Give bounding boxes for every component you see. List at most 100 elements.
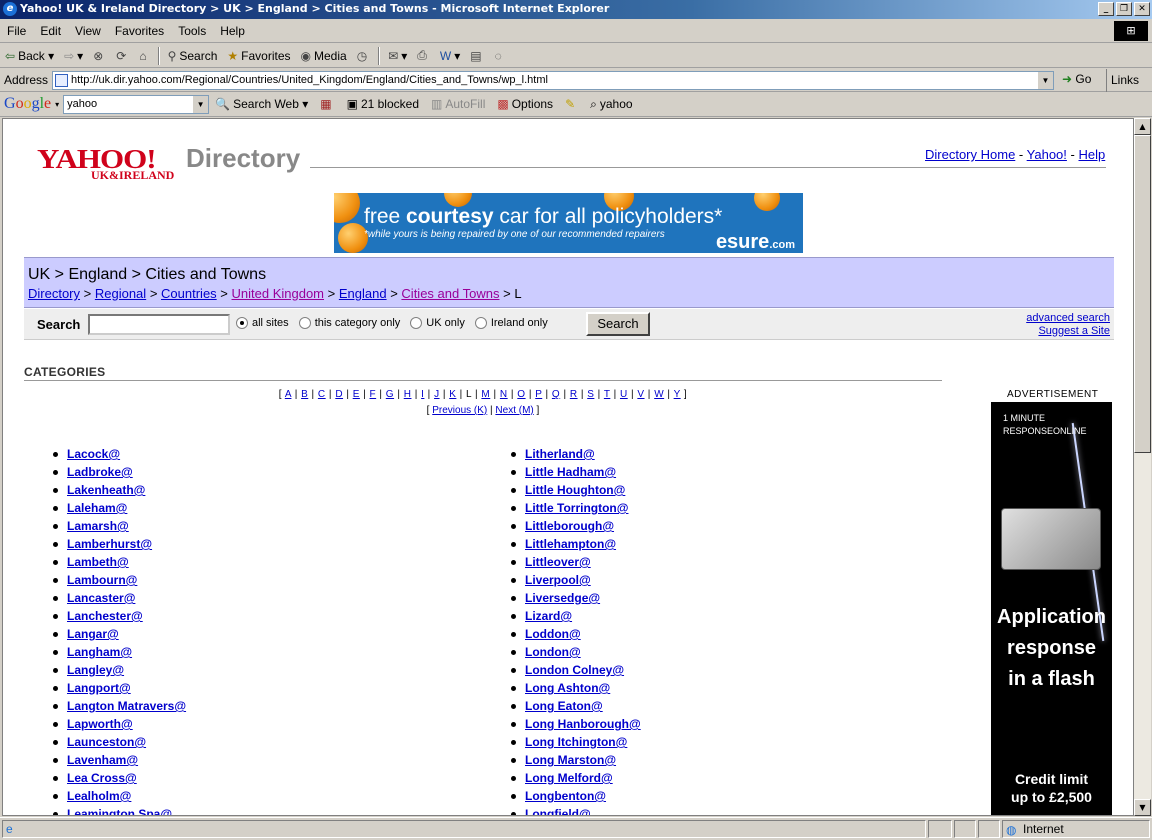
advanced-search-link[interactable]: advanced search [1026,312,1110,324]
yahoo-logo[interactable]: YAHOO! UK&IRELAND [37,141,174,182]
category-link[interactable]: Lealholm@ [67,789,131,803]
breadcrumb-directory[interactable]: Directory [28,286,80,301]
letter-A[interactable]: A [285,389,292,400]
category-link[interactable]: Laleham@ [67,501,127,515]
autofill-button[interactable]: ▥ AutoFill [425,97,491,111]
next-link[interactable]: Next (M) [495,405,533,416]
category-link[interactable]: Langar@ [67,627,119,641]
radio-this-category[interactable]: this category only [298,317,400,329]
letter-E[interactable]: E [353,389,360,400]
messenger-button[interactable]: ◌ [490,45,510,67]
back-button[interactable]: ⇦ Back ▾ [0,45,59,67]
letter-K[interactable]: K [449,389,456,400]
category-link[interactable]: Littleborough@ [525,519,614,533]
category-link[interactable]: Lacock@ [67,447,120,461]
category-link[interactable]: Langton Matravers@ [67,699,186,713]
letter-Y[interactable]: Y [674,389,681,400]
category-link[interactable]: Lamarsh@ [67,519,129,533]
capital-one-ad[interactable]: 1 MINUTE RESPONSEONLINE Application respon… [991,402,1112,815]
category-link[interactable]: Ladbroke@ [67,465,133,479]
popup-blocker-button[interactable]: ▣ 21 blocked [341,97,425,111]
maximize-button[interactable]: ❐ [1116,2,1132,16]
highlight-button[interactable]: ✎ [559,97,584,111]
search-web-button[interactable]: 🔍 Search Web ▾ [209,97,314,111]
vertical-scrollbar[interactable]: ▲ ▼ [1134,118,1151,816]
category-link[interactable]: Lambeth@ [67,555,129,569]
category-link[interactable]: Loddon@ [525,627,581,641]
go-button[interactable]: ➜ Go [1062,72,1091,86]
category-link[interactable]: Lea Cross@ [67,771,137,785]
category-link[interactable]: Langley@ [67,663,124,677]
print-button[interactable]: ⎙ [412,45,435,67]
search-button[interactable]: ⚲ Search [163,45,223,67]
breadcrumb-cities-and-towns[interactable]: Cities and Towns [401,286,499,301]
category-link[interactable]: Long Ashton@ [525,681,610,695]
close-button[interactable]: ✕ [1134,2,1150,16]
letter-R[interactable]: R [570,389,578,400]
category-link[interactable]: Launceston@ [67,735,146,749]
links-button[interactable]: Links [1106,69,1139,92]
category-link[interactable]: Lambourn@ [67,573,137,587]
google-dropdown-icon[interactable]: ▼ [193,95,209,113]
category-link[interactable]: London@ [525,645,581,659]
letter-H[interactable]: H [404,389,412,400]
category-link[interactable]: Lancaster@ [67,591,135,605]
letter-S[interactable]: S [587,389,594,400]
letter-C[interactable]: C [318,389,326,400]
category-link[interactable]: Liversedge@ [525,591,600,605]
letter-N[interactable]: N [500,389,508,400]
breadcrumb-countries[interactable]: Countries [161,286,217,301]
category-link[interactable]: Lamberhurst@ [67,537,152,551]
category-link[interactable]: Lapworth@ [67,717,133,731]
menu-help[interactable]: Help [213,24,252,38]
directory-home-link[interactable]: Directory Home [925,147,1015,162]
letter-M[interactable]: M [481,389,490,400]
letter-J[interactable]: J [434,389,440,400]
category-link[interactable]: Liverpool@ [525,573,591,587]
category-link[interactable]: Longfield@ [525,807,591,815]
category-link[interactable]: Langham@ [67,645,132,659]
word-find-button[interactable]: ⌕ yahoo [584,97,638,112]
menu-favorites[interactable]: Favorites [108,24,171,38]
letter-Q[interactable]: Q [552,389,560,400]
address-input[interactable]: http://uk.dir.yahoo.com/Regional/Countri… [52,71,1054,90]
previous-link[interactable]: Previous (K) [432,405,487,416]
discuss-button[interactable]: ▤ [465,45,489,67]
category-link[interactable]: Longbenton@ [525,789,606,803]
category-link[interactable]: Long Hanborough@ [525,717,641,731]
refresh-button[interactable]: ⟳ [111,45,134,67]
scroll-down-arrow-icon[interactable]: ▼ [1134,799,1151,816]
radio-all-sites[interactable]: all sites [236,317,289,329]
history-button[interactable]: ◷ [352,45,375,67]
google-search-input[interactable]: yahoo ▼ [63,94,210,114]
edit-button[interactable]: W ▾ [435,45,465,67]
stop-button[interactable]: ⊗ [88,45,111,67]
mail-button[interactable]: ✉ ▾ [383,45,412,67]
category-link[interactable]: Long Marston@ [525,753,616,767]
favorites-button[interactable]: ★ Favorites [222,45,295,67]
scroll-up-arrow-icon[interactable]: ▲ [1134,118,1151,135]
forward-button[interactable]: ⇨ ▾ [59,45,88,67]
breadcrumb-england[interactable]: England [339,286,387,301]
category-link[interactable]: Long Melford@ [525,771,613,785]
category-link[interactable]: Littleover@ [525,555,591,569]
search-input[interactable] [88,314,230,335]
breadcrumb-united-kingdom[interactable]: United Kingdom [232,286,325,301]
category-link[interactable]: Lanchester@ [67,609,143,623]
minimize-button[interactable]: _ [1098,2,1114,16]
letter-B[interactable]: B [301,389,308,400]
news-button[interactable]: ▦ [314,97,340,111]
category-link[interactable]: Little Hadham@ [525,465,616,479]
radio-uk-only[interactable]: UK only [410,317,465,329]
breadcrumb-regional[interactable]: Regional [95,286,146,301]
search-submit-button[interactable]: Search [586,312,650,336]
letter-T[interactable]: T [604,389,610,400]
menu-edit[interactable]: Edit [33,24,68,38]
category-link[interactable]: Lakenheath@ [67,483,145,497]
letter-V[interactable]: V [637,389,644,400]
category-link[interactable]: Long Eaton@ [525,699,603,713]
category-link[interactable]: Lizard@ [525,609,572,623]
radio-ireland-only[interactable]: Ireland only [474,317,548,329]
category-link[interactable]: Littlehampton@ [525,537,616,551]
google-logo[interactable]: Google [0,95,55,113]
